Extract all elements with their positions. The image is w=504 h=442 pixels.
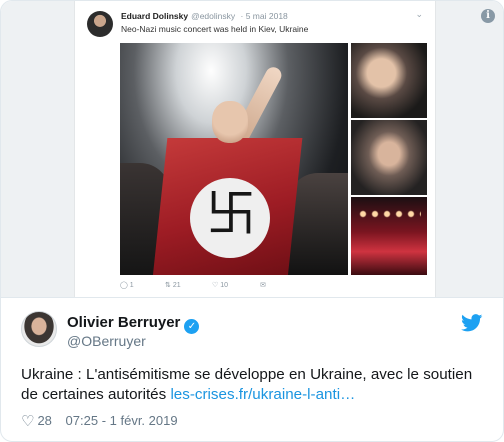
reply-icon: ◯ 1 bbox=[120, 282, 134, 289]
concert-photo-main: 卐 bbox=[120, 43, 348, 275]
embedded-tweet-screenshot: Eduard Dolinsky @edolinsky · 5 mai 2018 N… bbox=[74, 1, 436, 297]
author-name-row[interactable]: Olivier Berruyer ✓ bbox=[67, 314, 200, 334]
heart-icon[interactable]: ♡ bbox=[21, 412, 34, 430]
timestamp[interactable]: 07:25 - 1 févr. 2019 bbox=[66, 413, 178, 428]
tweet-card: Eduard Dolinsky @edolinsky · 5 mai 2018 N… bbox=[0, 0, 504, 442]
retweet-icon: ⇅ 21 bbox=[165, 282, 181, 289]
author-handle[interactable]: @OBerruyer bbox=[67, 333, 146, 349]
embedded-avatar bbox=[87, 11, 113, 37]
like-count-footer[interactable]: 28 bbox=[37, 413, 51, 428]
like-count: 10 bbox=[220, 282, 229, 289]
embedded-tweet-header: Eduard Dolinsky @edolinsky · 5 mai 2018 N… bbox=[87, 9, 423, 43]
figure-head bbox=[212, 101, 248, 143]
concert-photo-small-1 bbox=[351, 43, 427, 118]
share-icon: ✉ bbox=[260, 282, 266, 289]
author-name[interactable]: Olivier Berruyer bbox=[67, 314, 180, 331]
embedded-date: · 5 mai 2018 bbox=[240, 11, 288, 21]
embedded-tweet-actions: ◯ 1 ⇅ 21 ♡ 10 ✉ bbox=[120, 281, 320, 293]
embedded-author-handle: @edolinsky bbox=[191, 11, 236, 21]
concert-photo-small-3 bbox=[351, 197, 427, 275]
embedded-tweet-text: Neo-Nazi music concert was held in Kiev,… bbox=[121, 24, 309, 34]
tweet-link[interactable]: les-crises.fr/ukraine-l-anti… bbox=[170, 386, 355, 403]
like-icon: ♡ 10 bbox=[212, 282, 229, 289]
embedded-author: Eduard Dolinsky @edolinsky · 5 mai 2018 bbox=[121, 11, 288, 21]
retweet-count: 21 bbox=[172, 282, 181, 289]
tweet-media[interactable]: Eduard Dolinsky @edolinsky · 5 mai 2018 N… bbox=[1, 1, 503, 298]
reply-count: 1 bbox=[129, 282, 134, 289]
flag-symbol: 卐 bbox=[206, 185, 256, 243]
twitter-bird-icon[interactable] bbox=[461, 314, 483, 332]
avatar[interactable] bbox=[21, 311, 57, 347]
stage-lights bbox=[357, 207, 421, 221]
info-icon[interactable]: i bbox=[481, 9, 495, 23]
tweet-footer: ♡ 28 07:25 - 1 févr. 2019 bbox=[21, 412, 178, 430]
concert-photo-small-2 bbox=[351, 120, 427, 195]
verified-icon: ✓ bbox=[184, 319, 200, 334]
chevron-down-icon: ⌄ bbox=[415, 9, 423, 19]
tweet-text: Ukraine : L'antisémitisme se développe e… bbox=[21, 365, 491, 405]
embedded-author-name: Eduard Dolinsky bbox=[121, 11, 189, 21]
